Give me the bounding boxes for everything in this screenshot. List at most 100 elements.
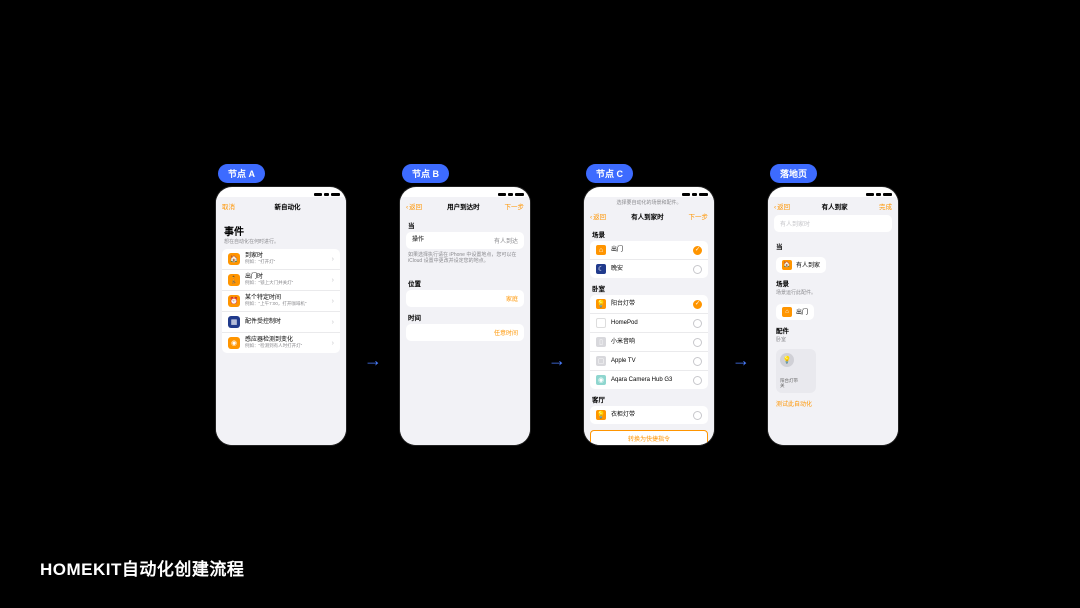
chevron-icon: › xyxy=(332,340,334,347)
living-list: 💡 衣柜灯带 xyxy=(590,406,708,424)
chevron-icon: › xyxy=(332,277,334,284)
convert-shortcut-button[interactable]: 转换为快捷指令 xyxy=(590,430,708,445)
appletv-icon: ▢ xyxy=(596,356,606,366)
name-input[interactable]: 有人到家时 xyxy=(774,215,892,232)
clock-icon: ⏰ xyxy=(228,295,240,307)
row-title: Apple TV xyxy=(611,358,688,365)
scene-pill[interactable]: ⌂ 出门 xyxy=(776,304,814,320)
acc-balcony-light[interactable]: 💡 阳台灯带 xyxy=(590,295,708,314)
scene-out[interactable]: ⌂ 出门 xyxy=(590,241,708,260)
nav-title: 用户到达时 xyxy=(447,201,480,211)
loc-row[interactable]: 家庭 xyxy=(406,290,524,307)
moon-icon: ☾ xyxy=(596,264,606,274)
nav-bar: 返回 有人到家时 下一步 xyxy=(584,208,714,224)
accessory-card[interactable]: 💡 阳台灯带 关 xyxy=(776,349,816,393)
person-leave-icon: 🚶 xyxy=(228,274,240,286)
nav-bar: 返回 用户到达时 下一步 xyxy=(400,197,530,215)
node-c-label: 节点 C xyxy=(586,164,633,183)
operation-row[interactable]: 操作 有人到达 xyxy=(406,232,524,249)
row-sub: 例如："上午7:00，打开咖啡机" xyxy=(245,302,327,307)
flow-row: 节点 A 取消 新自动化 事件 想在自动化在何时进行。 🏠 到家时例如："打开灯… xyxy=(216,164,898,445)
radio-off-icon[interactable] xyxy=(693,376,702,385)
time-row[interactable]: 任意时间 xyxy=(406,324,524,341)
acc-heading: 配件 xyxy=(768,320,898,337)
row-sub: 例如："打开灯" xyxy=(245,260,327,265)
when-heading: 当 xyxy=(768,236,898,253)
nav-title: 有人到家时 xyxy=(631,211,664,221)
event-accessory[interactable]: ▦ 配件受控制时 › xyxy=(222,312,340,333)
events-list: 🏠 到家时例如："打开灯" › 🚶 出门时例如："锁上大门并关灯" › ⏰ 某个… xyxy=(222,249,340,353)
scene-sub: 场景运行此配件。 xyxy=(768,290,898,300)
node-b: 节点 B 返回 用户到达时 下一步 当 操作 有人到达 xyxy=(400,164,530,445)
nav-title: 有人到家 xyxy=(822,201,848,211)
home-leave-icon: ⌂ xyxy=(596,245,606,255)
row-title: 出门 xyxy=(611,247,688,254)
row-title: 小米音响 xyxy=(611,339,688,346)
arrow-icon: → xyxy=(726,350,756,371)
radio-on-icon[interactable] xyxy=(693,300,702,309)
scene-heading: 场景 xyxy=(768,273,898,290)
event-time[interactable]: ⏰ 某个特定时间例如："上午7:00，打开咖啡机" › xyxy=(222,291,340,312)
radio-on-icon[interactable] xyxy=(693,246,702,255)
row-title: Aqara Camera Hub G3 xyxy=(611,377,688,384)
time-value: 任意时间 xyxy=(494,328,518,337)
nav-back[interactable]: 返回 xyxy=(774,201,790,211)
bulb-icon: 💡 xyxy=(596,299,606,309)
node-a: 节点 A 取消 新自动化 事件 想在自动化在何时进行。 🏠 到家时例如："打开灯… xyxy=(216,164,346,445)
acc-aqara-cam[interactable]: ◉ Aqara Camera Hub G3 xyxy=(590,371,708,389)
person-arrive-icon: 🏠 xyxy=(228,253,240,265)
chevron-icon: › xyxy=(332,319,334,326)
nav-bar: 取消 新自动化 xyxy=(216,197,346,215)
home-leave-icon: ⌂ xyxy=(782,307,792,317)
phone-b: 返回 用户到达时 下一步 当 操作 有人到达 如果选择执行请在 iPhone 中… xyxy=(400,187,530,445)
acc-apple-tv[interactable]: ▢ Apple TV xyxy=(590,352,708,371)
nav-next[interactable]: 下一步 xyxy=(688,211,708,221)
op-value: 有人到达 xyxy=(494,236,518,245)
time-list: 任意时间 xyxy=(406,324,524,341)
chevron-icon: › xyxy=(332,256,334,263)
events-sub: 想在自动化在何时进行。 xyxy=(216,239,346,249)
node-b-label: 节点 B xyxy=(402,164,449,183)
acc-state: 关 xyxy=(780,384,812,389)
nav-cancel[interactable]: 取消 xyxy=(222,201,235,211)
row-sub: 例如："锁上大门并关灯" xyxy=(245,281,327,286)
row-title: 配件受控制时 xyxy=(245,319,327,326)
radio-off-icon[interactable] xyxy=(693,265,702,274)
acc-closet-light[interactable]: 💡 衣柜灯带 xyxy=(590,406,708,424)
when-pill[interactable]: 🏠 有人到家 xyxy=(776,257,826,273)
acc-mi-speaker[interactable]: ▯ 小米音响 xyxy=(590,333,708,352)
nav-next[interactable]: 下一步 xyxy=(504,201,524,211)
bulb-icon: 💡 xyxy=(780,353,794,367)
nav-done[interactable]: 完成 xyxy=(879,201,892,211)
pill-label: 出门 xyxy=(796,307,808,316)
event-leave[interactable]: 🚶 出门时例如："锁上大门并关灯" › xyxy=(222,270,340,291)
node-c: 节点 C 选择要自动化的场景和配件。 返回 有人到家时 下一步 场景 ⌂ 出门 xyxy=(584,164,714,445)
bulb-icon: 💡 xyxy=(596,410,606,420)
acc-homepod[interactable]: ● HomePod xyxy=(590,314,708,333)
scene-goodnight[interactable]: ☾ 晚安 xyxy=(590,260,708,278)
nav-back[interactable]: 返回 xyxy=(590,211,606,221)
when-list: 操作 有人到达 xyxy=(406,232,524,249)
test-automation-link[interactable]: 测试此自动化 xyxy=(768,393,898,414)
events-heading: 事件 xyxy=(216,215,346,239)
node-d: 落地页 返回 有人到家 完成 有人到家时 当 🏠 有人到家 场景 xyxy=(768,164,898,445)
radio-off-icon[interactable] xyxy=(693,319,702,328)
row-title: 阳台灯带 xyxy=(611,301,688,308)
bedroom-list: 💡 阳台灯带 ● HomePod ▯ 小米音响 xyxy=(590,295,708,389)
radio-off-icon[interactable] xyxy=(693,411,702,420)
arrow-icon: → xyxy=(358,350,388,371)
pill-label: 有人到家 xyxy=(796,260,820,269)
radio-off-icon[interactable] xyxy=(693,357,702,366)
event-sensor[interactable]: ◉ 感应器检测到变化例如："检测到有人时打开灯" › xyxy=(222,333,340,353)
event-arrive[interactable]: 🏠 到家时例如："打开灯" › xyxy=(222,249,340,270)
radio-off-icon[interactable] xyxy=(693,338,702,347)
chevron-icon: › xyxy=(332,298,334,305)
scene-list: ⌂ 出门 ☾ 晚安 xyxy=(590,241,708,278)
nav-back[interactable]: 返回 xyxy=(406,201,422,211)
time-heading: 时间 xyxy=(400,307,530,324)
arrow-icon: → xyxy=(542,350,572,371)
node-d-label: 落地页 xyxy=(770,164,817,183)
node-a-label: 节点 A xyxy=(218,164,265,183)
scene-heading: 场景 xyxy=(584,224,714,241)
phone-a: 取消 新自动化 事件 想在自动化在何时进行。 🏠 到家时例如："打开灯" › xyxy=(216,187,346,445)
